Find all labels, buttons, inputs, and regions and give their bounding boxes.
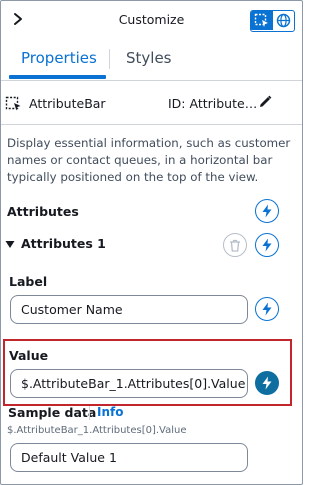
sample-data-label: Sample data: [8, 405, 97, 420]
label-input[interactable]: Customer Name: [10, 295, 248, 324]
tab-properties[interactable]: Properties: [21, 49, 97, 67]
panel-header: Customize: [1, 1, 302, 39]
attributes-group-title: Attributes 1: [21, 236, 106, 251]
value-input[interactable]: $.AttributeBar_1.Attributes[0].Value: [10, 369, 248, 398]
globe-icon: [276, 13, 290, 28]
value-field-label: Value: [9, 348, 49, 363]
attributes-section-title: Attributes: [7, 204, 79, 219]
customize-panel: Customize Properties Styles AttributeBar…: [0, 0, 303, 485]
component-name: AttributeBar: [29, 96, 106, 111]
info-separator: [89, 406, 90, 420]
lightning-icon: [262, 302, 272, 316]
label-bolt-button[interactable]: [255, 297, 279, 321]
tab-divider: [109, 49, 110, 69]
lightning-icon: [262, 238, 272, 252]
group-bolt-button[interactable]: [255, 233, 279, 257]
value-bolt-button[interactable]: [255, 371, 279, 395]
lightning-icon: [262, 204, 272, 218]
lightning-icon: [262, 376, 272, 390]
globe-mode-button[interactable]: [272, 11, 293, 30]
component-id: ID: Attribute…: [168, 96, 258, 111]
active-tab-indicator: [9, 75, 106, 79]
select-region-icon: [254, 13, 268, 27]
pencil-icon[interactable]: [257, 94, 273, 110]
delete-attribute-button[interactable]: [223, 233, 247, 257]
component-description: Display essential information, such as c…: [7, 136, 291, 184]
mode-toggle-group: [250, 10, 295, 32]
trash-icon: [230, 239, 240, 252]
component-row: AttributeBar ID: Attribute…: [1, 81, 302, 125]
tab-bar: Properties Styles: [1, 39, 302, 81]
info-link[interactable]: Info: [97, 405, 123, 419]
caret-down-icon: [5, 241, 15, 248]
label-field-label: Label: [9, 274, 48, 289]
sample-data-input[interactable]: Default Value 1: [10, 443, 248, 472]
dashed-box-icon: [5, 96, 21, 111]
sample-data-path: $.AttributeBar_1.Attributes[0].Value: [7, 425, 187, 436]
select-mode-button[interactable]: [251, 11, 272, 30]
attributes-bolt-button[interactable]: [255, 199, 279, 223]
tab-styles[interactable]: Styles: [126, 49, 172, 67]
